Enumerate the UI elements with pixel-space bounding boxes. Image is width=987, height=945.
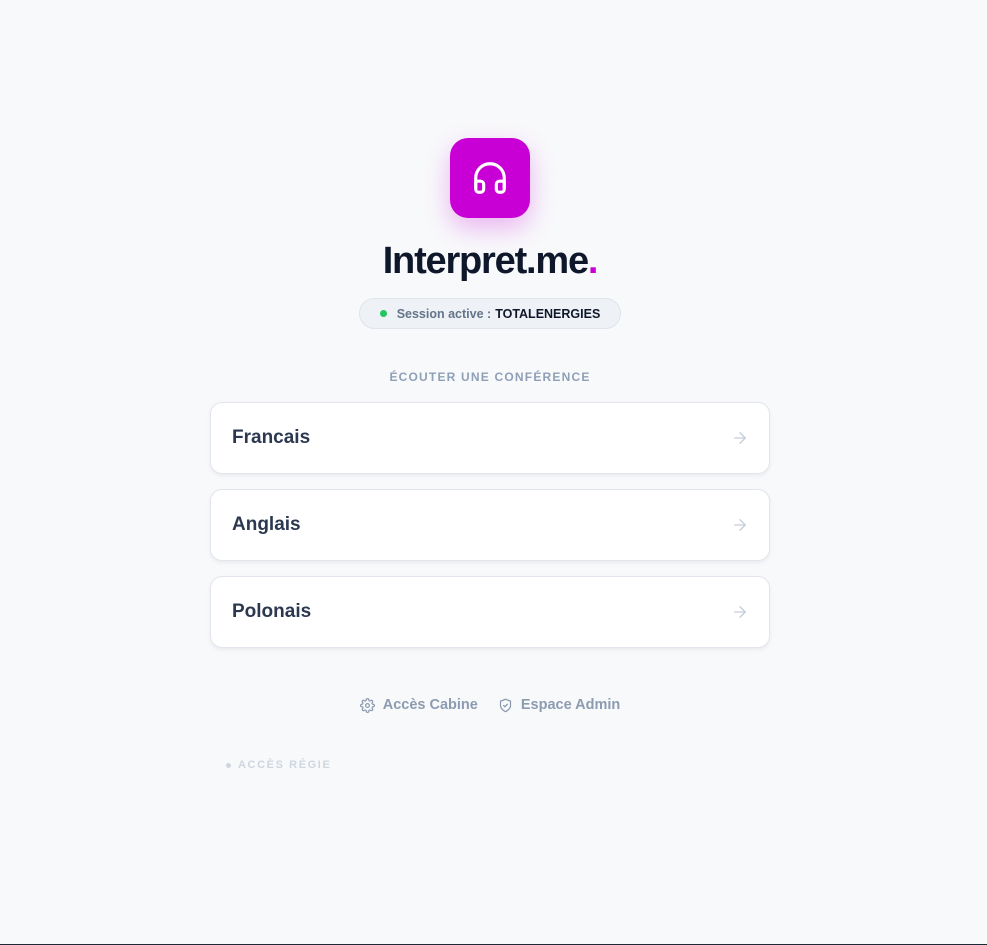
regie-dot xyxy=(226,762,231,768)
language-button-francais[interactable]: Francais xyxy=(210,402,770,474)
cabine-access-link[interactable]: Accès Cabine xyxy=(359,697,478,713)
cabine-access-label: Accès Cabine xyxy=(382,697,478,713)
section-title: ÉCOUTER UNE CONFÉRENCE xyxy=(389,370,591,384)
language-label: Polonais xyxy=(232,601,312,622)
session-label: Session active : xyxy=(396,306,492,321)
language-button-anglais[interactable]: Anglais xyxy=(210,489,770,561)
brand-title: Interpret.me. xyxy=(0,240,980,283)
arrow-right-icon xyxy=(734,606,746,618)
language-button-polonais[interactable]: Polonais xyxy=(210,576,770,648)
status-dot xyxy=(379,310,387,317)
session-name: TOTALENERGIES xyxy=(495,306,601,321)
admin-space-label: Espace Admin xyxy=(520,697,621,713)
language-label: Anglais xyxy=(232,514,301,535)
language-label: Francais xyxy=(232,427,311,448)
brand-dot: . xyxy=(587,240,599,282)
shield-icon xyxy=(499,698,511,712)
arrow-right-icon xyxy=(734,519,746,531)
arrow-right-icon xyxy=(734,432,746,444)
gear-icon xyxy=(359,697,375,713)
app-logo xyxy=(450,138,530,218)
regie-access-link[interactable]: ACCÈS RÉGIE xyxy=(226,759,331,771)
session-badge: Session active : TOTALENERGIES xyxy=(359,298,621,329)
brand-name: Interpret.me xyxy=(382,240,589,282)
admin-space-link[interactable]: Espace Admin xyxy=(498,697,620,713)
footer-links: Accès Cabine Espace Admin xyxy=(0,697,980,713)
headphones-icon xyxy=(474,162,506,194)
regie-access-label: ACCÈS RÉGIE xyxy=(238,759,332,771)
